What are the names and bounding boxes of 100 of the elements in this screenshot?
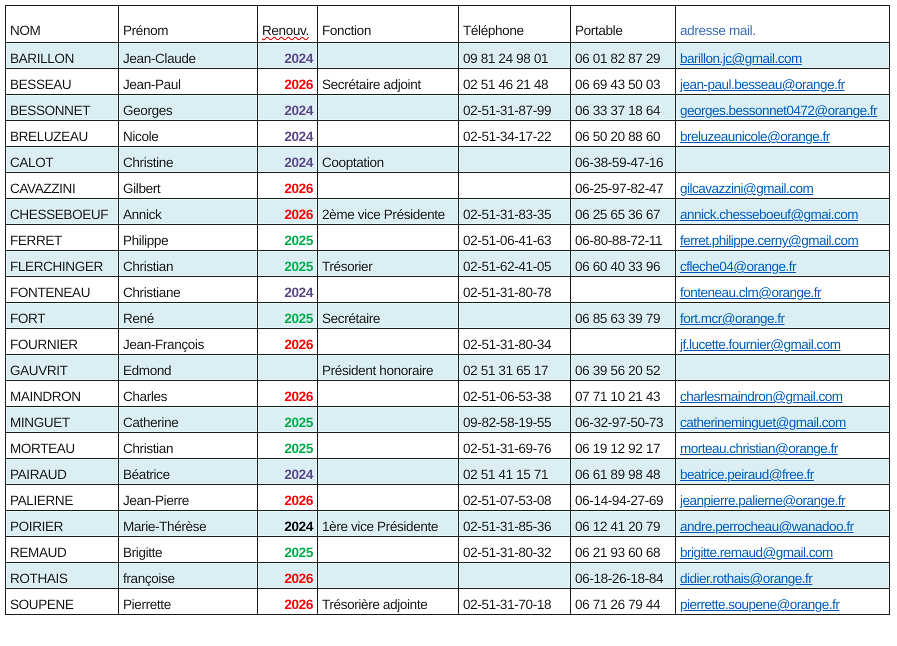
table-cell: 07 71 10 21 43 bbox=[575, 389, 660, 404]
table-cell: Charles bbox=[123, 389, 168, 404]
table-cell: REMAUD bbox=[10, 545, 66, 560]
table-cell: Annick bbox=[123, 207, 162, 222]
table-cell: FLERCHINGER bbox=[10, 259, 103, 274]
table-cell: Jean-Paul bbox=[123, 77, 181, 92]
table-cell: MINGUET bbox=[10, 415, 70, 430]
table-cell: Béatrice bbox=[123, 467, 170, 482]
table-cell: PALIERNE bbox=[10, 493, 73, 508]
table-cell: MAINDRON bbox=[10, 389, 81, 404]
table-cell: 06-14-94-27-69 bbox=[575, 493, 664, 508]
renewal-year: 2025 bbox=[284, 259, 313, 274]
table-cell: Trésorier bbox=[322, 259, 372, 274]
table-cell: 06-25-97-82-47 bbox=[575, 181, 664, 196]
table-cell: 06 60 40 33 96 bbox=[575, 259, 660, 274]
table-cell: 06-38-59-47-16 bbox=[575, 155, 664, 170]
table-cell: Philippe bbox=[123, 233, 168, 248]
column-header: Renouv. bbox=[262, 23, 309, 38]
renewal-year: 2025 bbox=[284, 233, 313, 248]
table-cell: BARILLON bbox=[10, 51, 74, 66]
table-cell: Trésorière adjointe bbox=[322, 597, 428, 612]
column-header: adresse mail. bbox=[680, 23, 756, 38]
table-cell: 06 25 65 36 67 bbox=[575, 207, 660, 222]
table-cell: Secrétaire adjoint bbox=[322, 77, 421, 92]
column-header: NOM bbox=[10, 23, 40, 38]
table-cell: 06 12 41 20 79 bbox=[575, 519, 660, 534]
renewal-year: 2024 bbox=[284, 467, 313, 482]
table-cell: 02-51-31-80-34 bbox=[463, 337, 552, 352]
table-cell: 02-51-31-83-35 bbox=[463, 207, 552, 222]
table-cell: BRELUZEAU bbox=[10, 129, 88, 144]
table-cell: 02-51-06-41-63 bbox=[463, 233, 552, 248]
table-cell: 02-51-31-80-78 bbox=[463, 285, 552, 300]
table-cell: 09 81 24 98 01 bbox=[463, 51, 548, 66]
table-cell: FOURNIER bbox=[10, 337, 78, 352]
table-cell: FONTENEAU bbox=[10, 285, 90, 300]
table-cell: Brigitte bbox=[123, 545, 162, 560]
table-cell: 02 51 31 65 17 bbox=[463, 363, 548, 378]
table-cell: Edmond bbox=[123, 363, 172, 378]
table-cell: 06 85 63 39 79 bbox=[575, 311, 660, 326]
table-cell: 02-51-31-70-18 bbox=[463, 597, 552, 612]
table-cell: 06 39 56 20 52 bbox=[575, 363, 660, 378]
table-cell: 06 33 37 18 64 bbox=[575, 103, 660, 118]
column-header: Téléphone bbox=[463, 23, 524, 38]
table-cell: Secrétaire bbox=[322, 311, 380, 326]
table-cell: Christiane bbox=[123, 285, 180, 300]
renewal-year: 2026 bbox=[284, 207, 313, 222]
table-cell: 02-51-06-53-38 bbox=[463, 389, 552, 404]
renewal-year: 2025 bbox=[284, 441, 313, 456]
table-cell: ROTHAIS bbox=[10, 571, 68, 586]
table-cell: BESSONNET bbox=[10, 103, 90, 118]
table-cell: Catherine bbox=[123, 415, 178, 430]
table-cell: 02-51-31-85-36 bbox=[463, 519, 552, 534]
table-cell: Jean-François bbox=[123, 337, 204, 352]
column-header: Portable bbox=[575, 23, 622, 38]
table-cell: françoise bbox=[123, 571, 175, 586]
renewal-year: 2025 bbox=[284, 545, 313, 560]
table-cell: Marie-Thérèse bbox=[123, 519, 206, 534]
table-cell: PAIRAUD bbox=[10, 467, 67, 482]
table-cell: Cooptation bbox=[322, 155, 384, 170]
table-cell: 02-51-07-53-08 bbox=[463, 493, 552, 508]
renewal-year: 2026 bbox=[284, 493, 313, 508]
table-cell: 1ère vice Présidente bbox=[322, 519, 438, 534]
table-cell: CALOT bbox=[10, 155, 54, 170]
table-cell: 02-51-34-17-22 bbox=[463, 129, 552, 144]
renewal-year: 2026 bbox=[284, 571, 313, 586]
table-cell: 06 19 12 92 17 bbox=[575, 441, 660, 456]
table-cell: 06 50 20 88 60 bbox=[575, 129, 660, 144]
table-cell: Christine bbox=[123, 155, 174, 170]
table-cell: Gilbert bbox=[123, 181, 160, 196]
table-cell: CAVAZZINI bbox=[10, 181, 76, 196]
column-header: Prénom bbox=[123, 23, 168, 38]
table-cell: 02-51-31-87-99 bbox=[463, 103, 552, 118]
table-cell: 02 51 41 15 71 bbox=[463, 467, 548, 482]
table-cell: 06-80-88-72-11 bbox=[575, 233, 662, 248]
table-cell: BESSEAU bbox=[10, 77, 72, 92]
renewal-year: 2026 bbox=[284, 337, 313, 352]
table-cell: 06-18-26-18-84 bbox=[575, 571, 664, 586]
table-cell: Christian bbox=[123, 441, 174, 456]
table-cell: 02-51-31-69-76 bbox=[463, 441, 552, 456]
table-cell: FERRET bbox=[10, 233, 62, 248]
renewal-year: 2026 bbox=[284, 181, 313, 196]
column-header: Fonction bbox=[322, 23, 371, 38]
table-cell: GAUVRIT bbox=[10, 363, 68, 378]
table-cell: 06 71 26 79 44 bbox=[575, 597, 660, 612]
table-cell: 06 69 43 50 03 bbox=[575, 77, 660, 92]
table-cell: 06 21 93 60 68 bbox=[575, 545, 660, 560]
table-cell: Jean-Claude bbox=[123, 51, 196, 66]
table-cell: 09-82-58-19-55 bbox=[463, 415, 552, 430]
table-cell: 02-51-31-80-32 bbox=[463, 545, 552, 560]
table-cell: Pierrette bbox=[123, 597, 171, 612]
renewal-year: 2024 bbox=[284, 129, 313, 144]
table-cell: POIRIER bbox=[10, 519, 64, 534]
table-cell: Nicole bbox=[123, 129, 158, 144]
table-cell: Jean-Pierre bbox=[123, 493, 189, 508]
table-cell: 06 01 82 87 29 bbox=[575, 51, 660, 66]
renewal-year: 2024 bbox=[284, 103, 313, 118]
renewal-year: 2026 bbox=[284, 389, 313, 404]
renewal-year: 2024 bbox=[284, 519, 313, 534]
renewal-year: 2024 bbox=[284, 155, 313, 170]
table-cell: 02-51-62-41-05 bbox=[463, 259, 552, 274]
